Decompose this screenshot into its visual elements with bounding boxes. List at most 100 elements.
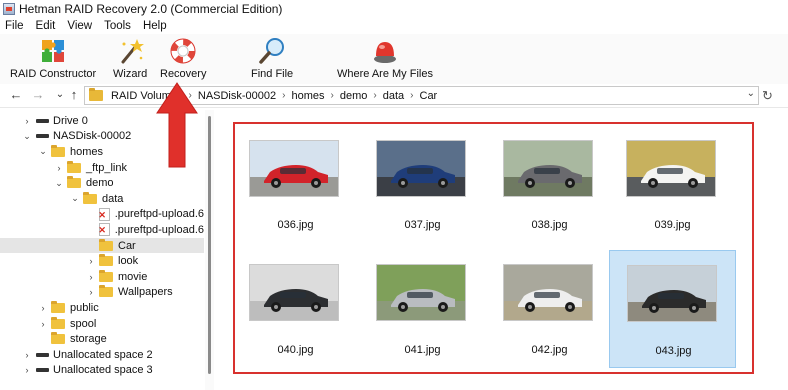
raid-constructor-button[interactable]: RAID Constructor	[10, 36, 96, 80]
menu-file[interactable]: File	[5, 20, 24, 32]
tree-item-label: spool	[70, 317, 97, 330]
find-file-label: Find File	[251, 68, 294, 80]
tree-item-label: .pureftpd-upload.6	[114, 208, 204, 221]
tree-item[interactable]: › look	[0, 253, 204, 269]
tree-item[interactable]: ⌄ data	[0, 191, 204, 207]
tree-item-label: Unallocated space 3	[53, 364, 153, 377]
alarm-button-icon	[370, 36, 400, 66]
tree-item-label: movie	[118, 270, 148, 283]
raid-constructor-label: RAID Constructor	[10, 68, 97, 80]
recovery-button[interactable]: Recovery	[160, 36, 206, 80]
chevron-right-icon[interactable]: ›	[54, 163, 64, 173]
up-arrow-icon[interactable]: ↑	[66, 87, 82, 103]
app-icon	[3, 3, 15, 15]
tree-item-label: homes	[70, 145, 104, 158]
tree-item-label: data	[102, 192, 124, 205]
tree-item[interactable]: › Unallocated space 3	[0, 363, 204, 379]
folder-icon	[99, 238, 113, 251]
tree-item[interactable]: › public	[0, 300, 204, 316]
drive-icon	[36, 352, 49, 357]
drive-icon	[36, 118, 49, 123]
drive-icon	[36, 368, 49, 373]
breadcrumb-data[interactable]: data	[383, 90, 404, 102]
where-are-my-files-button[interactable]: Where Are My Files	[337, 36, 433, 80]
folder-icon	[51, 300, 65, 313]
chevron-right-icon[interactable]: ›	[86, 256, 96, 266]
chevron-down-icon[interactable]: ⌄	[22, 131, 32, 142]
tree-item-label: storage	[70, 333, 107, 346]
back-arrow-icon[interactable]: ←	[8, 87, 24, 103]
tree-item[interactable]: storage	[0, 331, 204, 347]
tree-item[interactable]: › Unallocated space 2	[0, 347, 204, 363]
menu-view[interactable]: View	[67, 20, 92, 32]
tree-item-label: NASDisk-00002	[53, 130, 132, 143]
tree-item[interactable]: Car	[0, 237, 204, 254]
chevron-right-icon[interactable]: ›	[38, 303, 48, 313]
lifebuoy-icon	[168, 36, 198, 66]
forward-arrow-icon[interactable]: →	[30, 87, 46, 103]
breadcrumb-separator: ›	[410, 90, 414, 101]
chevron-right-icon[interactable]: ›	[22, 116, 32, 126]
breadcrumb-car[interactable]: Car	[420, 90, 438, 102]
chevron-right-icon[interactable]: ›	[38, 319, 48, 329]
magnifier-icon	[257, 36, 287, 66]
tree-item[interactable]: .pureftpd-upload.6	[0, 207, 204, 223]
chevron-right-icon[interactable]: ›	[86, 287, 96, 297]
window-title: Hetman RAID Recovery 2.0 (Commercial Edi…	[19, 2, 283, 16]
chevron-right-icon[interactable]: ›	[22, 350, 32, 360]
breadcrumb-separator: ›	[330, 90, 334, 101]
chevron-right-icon[interactable]: ›	[86, 272, 96, 282]
breadcrumb-nasdisk[interactable]: NASDisk-00002	[198, 90, 276, 102]
chevron-down-icon[interactable]: ⌄	[54, 178, 64, 189]
annotation-up-arrow-icon	[156, 82, 198, 168]
wizard-label: Wizard	[113, 68, 148, 80]
breadcrumb-separator: ›	[282, 90, 286, 101]
chevron-right-icon[interactable]: ›	[22, 365, 32, 375]
folder-icon	[51, 144, 65, 157]
folder-icon	[51, 316, 65, 329]
chevron-down-icon[interactable]: ⌄	[38, 146, 48, 157]
refresh-icon[interactable]: ↻	[762, 88, 773, 104]
tree-item-label: demo	[86, 177, 114, 190]
tree-item-label: _ftp_link	[86, 161, 127, 174]
toolbar: RAID Constructor Wizard Recovery Find Fi…	[0, 34, 788, 84]
folder-icon	[83, 191, 97, 204]
recovery-label: Recovery	[160, 68, 207, 80]
drive-icon	[36, 134, 49, 139]
folder-icon	[89, 88, 103, 101]
find-file-button[interactable]: Find File	[251, 36, 293, 80]
tree-item-label: Car	[118, 239, 136, 252]
tree-item-label: look	[118, 255, 139, 268]
breadcrumb-demo[interactable]: demo	[340, 90, 368, 102]
menu-tools[interactable]: Tools	[104, 20, 131, 32]
puzzle-icon	[38, 36, 68, 66]
annotation-frame	[233, 122, 754, 374]
tree-item[interactable]: .pureftpd-upload.6	[0, 222, 204, 238]
tree-item[interactable]: ⌄ demo	[0, 175, 204, 191]
tree-item-label: Drive 0	[53, 114, 88, 127]
magic-wand-icon	[115, 36, 145, 66]
folder-icon	[99, 269, 113, 282]
chevron-down-icon[interactable]: ⌄	[70, 193, 80, 204]
menu-edit[interactable]: Edit	[36, 20, 56, 32]
menu-help[interactable]: Help	[143, 20, 167, 32]
tree-item-label: .pureftpd-upload.6	[114, 223, 204, 236]
chevron-down-icon[interactable]: ⌄	[747, 88, 755, 99]
folder-icon	[99, 285, 113, 298]
tree-item[interactable]: › spool	[0, 316, 204, 332]
tree-item[interactable]: › movie	[0, 269, 204, 285]
deleted-file-icon	[98, 223, 110, 237]
folder-icon	[51, 332, 65, 345]
breadcrumb-homes[interactable]: homes	[291, 90, 324, 102]
folder-icon	[99, 254, 113, 267]
title-bar: Hetman RAID Recovery 2.0 (Commercial Edi…	[0, 0, 788, 18]
menu-bar: File Edit View Tools Help	[0, 18, 788, 34]
wizard-button[interactable]: Wizard	[113, 36, 147, 80]
tree-scrollbar[interactable]	[205, 110, 214, 390]
where-are-my-files-label: Where Are My Files	[337, 68, 433, 80]
scrollbar-thumb[interactable]	[208, 116, 211, 374]
folder-icon	[67, 176, 81, 189]
breadcrumb-separator: ›	[373, 90, 377, 101]
tree-item[interactable]: › Wallpapers	[0, 285, 204, 301]
address-bar: ← → ⌄ ↑ RAID Volumes › NASDisk-00002 › h…	[0, 84, 788, 108]
